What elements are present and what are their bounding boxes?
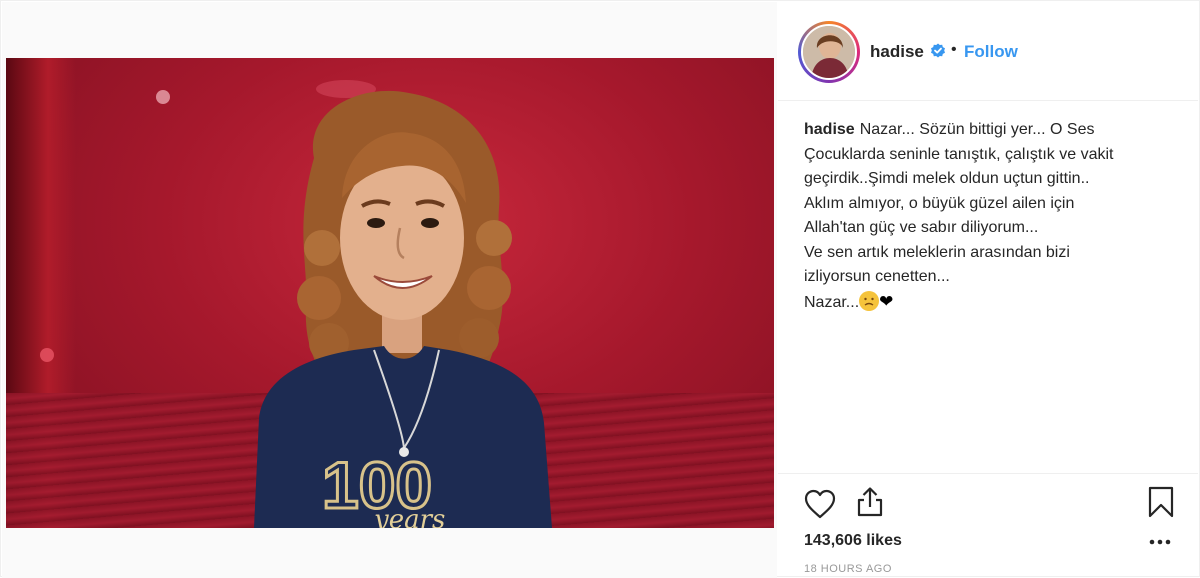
caption-username-link[interactable]: hadise	[804, 121, 855, 138]
more-options-icon[interactable]	[1148, 536, 1172, 548]
caption-line: geçirdik..Şimdi melek oldun uçtun gittin…	[804, 170, 1090, 187]
post-photo[interactable]: 100 years	[6, 58, 774, 528]
shirt-print-script: years	[373, 505, 445, 528]
heart-icon[interactable]	[804, 489, 836, 519]
photo-subject-girl: 100 years	[254, 90, 552, 528]
caption-line: izliyorsun cenetten...	[804, 268, 950, 285]
photo-bokeh-light	[40, 348, 54, 362]
likes-count-link[interactable]: 143,606 likes	[804, 532, 902, 550]
header-username-link[interactable]: hadise	[870, 42, 924, 62]
share-icon[interactable]	[854, 486, 886, 518]
avatar-image	[803, 26, 855, 78]
black-heart-emoji-icon: ❤	[879, 291, 894, 311]
photo-bokeh-light	[156, 90, 170, 104]
post-media-panel: 100 years	[2, 2, 777, 578]
bookmark-icon[interactable]	[1148, 486, 1174, 518]
sad-face-emoji-icon	[859, 290, 880, 311]
caption-line: hadise Nazar... Sözün bittigi yer... O Se…	[804, 118, 1164, 143]
caption-line: Nazar... ❤	[804, 290, 1164, 316]
caption-line: Ve sen artık meleklerin arasından bizi	[804, 243, 1070, 261]
caption-text: Nazar...	[804, 293, 860, 311]
story-ring[interactable]	[798, 21, 860, 83]
post-timestamp-link[interactable]: 18 HOURS AGO	[804, 563, 892, 575]
caption-line: Aklım almıyor, o büyük güzel ailen için	[804, 194, 1075, 212]
post-caption: hadise Nazar... Sözün bittigi yer... O Se…	[804, 118, 1164, 315]
caption-line: Allah'tan güç ve sabır diliyorum...	[804, 219, 1039, 236]
caption-line: Çocuklarda seninle tanıştık, çalıştık ve…	[804, 145, 1114, 163]
caption-text: Nazar... Sözün bittigi yer... O Ses	[859, 121, 1095, 138]
post-header: hadise • Follow	[778, 1, 1198, 101]
follow-button[interactable]: Follow	[964, 42, 1018, 62]
header-separator: •	[951, 41, 957, 58]
verified-badge-icon	[931, 43, 945, 58]
avatar[interactable]	[801, 24, 857, 80]
post-actions: 143,606 likes 18 HOURS AGO	[778, 473, 1198, 578]
instagram-post: 100 years hadise • Follow hadise Nazar..…	[0, 0, 1200, 578]
post-side-panel: hadise • Follow hadise Nazar... Sözün bit…	[778, 1, 1200, 578]
